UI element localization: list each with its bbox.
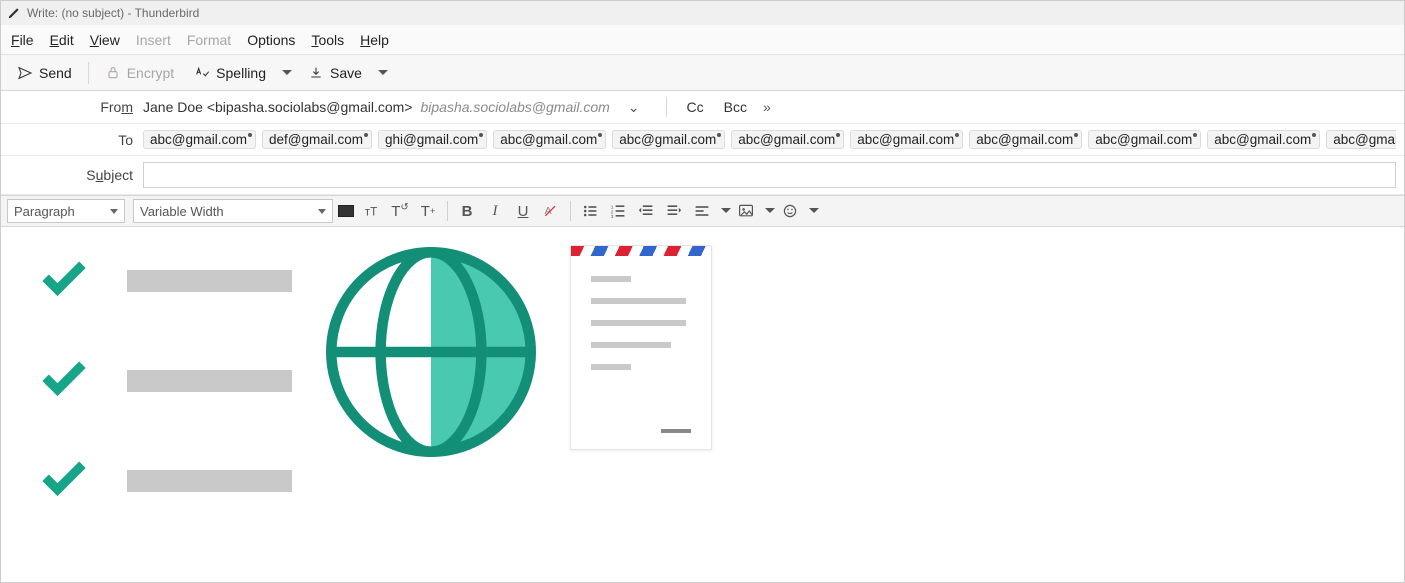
svg-text:ᴛT: ᴛT	[365, 206, 378, 219]
encrypt-button: Encrypt	[97, 61, 182, 85]
save-icon	[308, 65, 324, 81]
placeholder-bar	[127, 470, 292, 492]
save-dropdown[interactable]	[374, 61, 392, 85]
recipient-chip[interactable]: abc@gmail.com	[493, 130, 606, 149]
recipient-chip[interactable]: abc@gmail.com	[612, 130, 725, 149]
letter-illustration	[570, 245, 712, 450]
menubar: File Edit View Insert Format Options Too…	[1, 25, 1404, 55]
spellcheck-icon	[194, 65, 210, 81]
from-row: From Jane Doe <bipasha.sociolabs@gmail.c…	[1, 91, 1404, 124]
checklist-illustration	[29, 245, 292, 507]
menu-format: Format	[187, 32, 231, 48]
window-titlebar: Write: (no subject) - Thunderbird	[1, 1, 1404, 25]
recipient-chip[interactable]: def@gmail.com	[262, 130, 372, 149]
spelling-dropdown[interactable]	[278, 61, 296, 85]
insert-image-dropdown[interactable]	[761, 199, 775, 223]
recipient-chip[interactable]: abc@gmail.com	[143, 130, 256, 149]
emoji-dropdown[interactable]	[805, 199, 819, 223]
list-item	[29, 355, 292, 407]
menu-view[interactable]: View	[90, 32, 120, 48]
menu-help[interactable]: Help	[360, 32, 389, 48]
remove-format-button[interactable]: A	[538, 198, 564, 224]
recipient-chip[interactable]: abc@gmail.com	[1207, 130, 1320, 149]
indent-button[interactable]	[661, 198, 687, 224]
text-color-button[interactable]	[338, 205, 354, 217]
subject-label: Subject	[1, 167, 143, 183]
recipient-chip[interactable]: abc@gmail.com	[1326, 130, 1396, 149]
menu-options[interactable]: Options	[247, 32, 295, 48]
format-toolbar: Paragraph Variable Width ᴛT T↺ T+ B I U …	[1, 195, 1404, 227]
check-icon	[29, 455, 99, 507]
subject-input[interactable]	[143, 162, 1396, 188]
check-icon	[29, 255, 99, 307]
recipient-chip[interactable]: abc@gmail.com	[850, 130, 963, 149]
from-dropdown[interactable]: ⌄	[628, 99, 656, 116]
globe-illustration	[326, 245, 536, 457]
placeholder-bar	[127, 270, 292, 292]
paper-plane-icon	[17, 65, 33, 81]
cc-button[interactable]: Cc	[677, 99, 714, 115]
font-size-reset-button[interactable]: T↺	[387, 198, 413, 224]
numbered-list-button[interactable]: 123	[605, 198, 631, 224]
menu-insert: Insert	[136, 32, 171, 48]
spelling-button[interactable]: Spelling	[186, 61, 274, 85]
send-button[interactable]: Send	[9, 61, 80, 85]
to-field[interactable]: abc@gmail.com def@gmail.com ghi@gmail.com a…	[143, 130, 1396, 149]
list-item	[29, 455, 292, 507]
align-button[interactable]	[689, 198, 715, 224]
recipient-chip[interactable]: ghi@gmail.com	[378, 130, 487, 149]
subject-row: Subject	[1, 156, 1404, 195]
placeholder-line	[591, 364, 631, 370]
compose-toolbar: Send Encrypt Spelling Save	[1, 55, 1404, 91]
signature-line	[661, 429, 691, 433]
to-row: To abc@gmail.com def@gmail.com ghi@gmail.c…	[1, 124, 1404, 156]
placeholder-bar	[127, 370, 292, 392]
placeholder-line	[591, 342, 671, 348]
more-recipients-icon[interactable]: »	[757, 99, 777, 115]
font-size-increase-button[interactable]: T+	[415, 198, 441, 224]
placeholder-line	[591, 276, 631, 282]
bcc-button[interactable]: Bcc	[714, 99, 757, 115]
menu-tools[interactable]: Tools	[311, 32, 344, 48]
separator	[88, 62, 89, 84]
bullet-list-button[interactable]	[577, 198, 603, 224]
underline-button[interactable]: U	[510, 198, 536, 224]
message-body[interactable]	[1, 227, 1404, 565]
font-size-decrease-button[interactable]: ᴛT	[359, 198, 385, 224]
italic-button[interactable]: I	[482, 198, 508, 224]
outdent-button[interactable]	[633, 198, 659, 224]
insert-image-button[interactable]	[733, 198, 759, 224]
placeholder-line	[591, 298, 686, 304]
from-account: bipasha.sociolabs@gmail.com	[420, 99, 627, 115]
globe-icon	[326, 247, 536, 457]
menu-file[interactable]: File	[11, 32, 34, 48]
pencil-icon	[7, 6, 21, 20]
from-label: From	[1, 99, 143, 115]
to-label: To	[1, 132, 143, 148]
recipient-chip[interactable]: abc@gmail.com	[969, 130, 1082, 149]
separator	[447, 201, 448, 221]
lock-icon	[105, 65, 121, 81]
placeholder-line	[591, 320, 686, 326]
recipient-chip[interactable]: abc@gmail.com	[731, 130, 844, 149]
list-item	[29, 255, 292, 307]
svg-text:3: 3	[611, 214, 614, 219]
from-identity[interactable]: Jane Doe <bipasha.sociolabs@gmail.com>	[143, 99, 420, 115]
font-family-select[interactable]: Variable Width	[133, 199, 333, 223]
paragraph-style-select[interactable]: Paragraph	[7, 199, 125, 223]
check-icon	[29, 355, 99, 407]
bold-button[interactable]: B	[454, 198, 480, 224]
recipient-chip[interactable]: abc@gmail.com	[1088, 130, 1201, 149]
align-dropdown[interactable]	[717, 199, 731, 223]
save-button[interactable]: Save	[300, 61, 370, 85]
emoji-button[interactable]	[777, 198, 803, 224]
window-title: Write: (no subject) - Thunderbird	[27, 6, 199, 20]
separator	[570, 201, 571, 221]
separator	[666, 97, 667, 117]
menu-edit[interactable]: Edit	[50, 32, 74, 48]
